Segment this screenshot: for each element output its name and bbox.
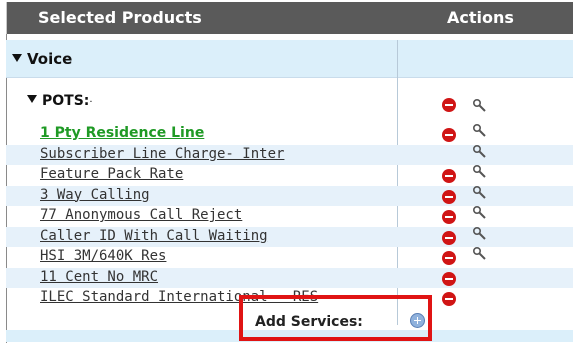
edit-wrench-icon[interactable] [472,185,488,201]
selected-products-heading: Selected Products [38,8,202,27]
edit-wrench-icon[interactable] [472,246,488,262]
actions-heading: Actions [447,8,514,27]
product-item-link[interactable]: Feature Pack Rate [40,166,183,182]
edit-pots-wrench-icon[interactable] [472,98,488,114]
table-header: Selected Products Actions [6,2,573,34]
remove-pots-icon[interactable] [442,98,456,112]
product-item-link[interactable]: Caller ID With Call Waiting [40,228,268,244]
remove-icon[interactable] [442,251,456,265]
product-item-link[interactable]: 1 Pty Residence Line [40,125,204,141]
product-item-link[interactable]: 3 Way Calling [40,187,150,203]
expand-triangle-icon [27,95,37,103]
remove-icon[interactable] [442,271,456,286]
remove-icon[interactable] [442,210,456,224]
add-services-label: Add Services: [255,314,363,330]
product-item-link[interactable]: Subscriber Line Charge- Inter [40,146,284,162]
remove-icon[interactable] [442,230,456,245]
product-item-link[interactable]: HSI 3M/640K Res [40,248,166,264]
expand-triangle-icon [12,54,22,62]
remove-icon[interactable] [442,128,456,142]
voice-group-toggle[interactable]: Voice [12,50,72,68]
pots-subgroup-suffix: · [89,97,93,108]
remove-icon[interactable] [442,292,456,306]
voice-group-row [6,40,573,78]
edit-wrench-icon[interactable] [472,226,488,242]
remove-icon[interactable] [442,189,456,204]
voice-group-label: Voice [27,50,73,68]
edit-wrench-icon[interactable] [472,123,488,139]
products-panel: Selected Products Actions Voice POTS:· 1… [0,0,573,349]
edit-wrench-icon[interactable] [472,144,488,160]
edit-wrench-icon[interactable] [472,205,488,221]
pots-subgroup-label: POTS: [42,93,90,109]
edit-wrench-icon[interactable] [472,164,488,180]
pots-subgroup-toggle[interactable]: POTS:· [27,93,93,109]
product-item-link[interactable]: 11 Cent No MRC [40,269,158,285]
remove-icon[interactable] [442,169,456,183]
product-item-link[interactable]: 77 Anonymous Call Reject [40,207,242,223]
add-services-plus-icon[interactable] [410,313,425,328]
